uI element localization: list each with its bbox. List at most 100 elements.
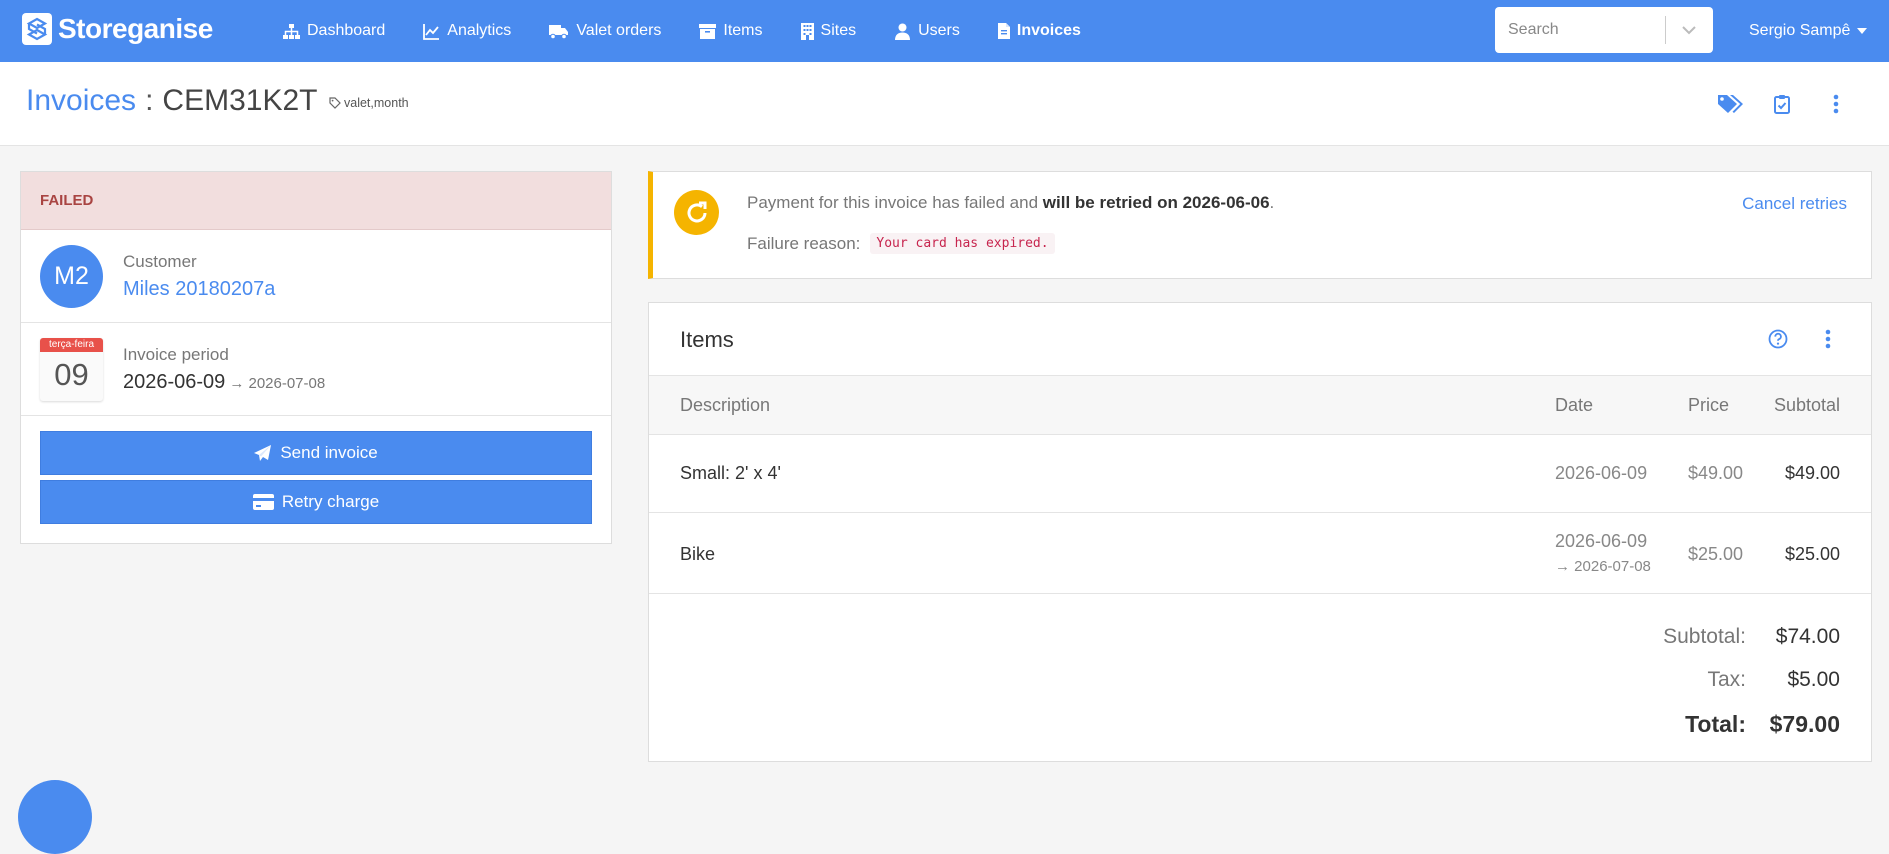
items-panel: Items Description Date Price Subtotal Sm… — [648, 302, 1872, 762]
item-price: $25.00 — [1688, 544, 1744, 564]
building-icon — [800, 22, 814, 40]
send-invoice-button[interactable]: Send invoice — [40, 431, 592, 475]
item-date-end: → 2026-07-08 — [1555, 558, 1651, 575]
item-subtotal: $49.00 — [1784, 463, 1840, 483]
retry-charge-button[interactable]: Retry charge — [40, 480, 592, 524]
alert-message: Payment for this invoice has failed and … — [747, 193, 1274, 213]
user-menu[interactable]: Sergio Sampê — [1749, 0, 1868, 62]
failure-reason: Failure reason: Your card has expired. — [747, 233, 1055, 254]
nav-item-label: Sites — [820, 22, 857, 39]
invoice-id: CEM31K2T — [162, 84, 318, 117]
table-row: Small: 2' x 4' 2026-06-09 $49.00 $49.00 — [649, 435, 1871, 513]
failure-reason-code: Your card has expired. — [870, 233, 1055, 254]
nav-item-invoices[interactable]: Invoices — [997, 22, 1081, 40]
archive-icon — [699, 23, 717, 40]
invoice-totals: Subtotal: $74.00 Tax: $5.00 Total: $79.0… — [649, 594, 1871, 764]
tag-icon — [329, 97, 341, 109]
top-navbar: Storeganise Dashboard Analytics Valet or… — [0, 0, 1889, 62]
page-header: Invoices : CEM31K2T valet,month — [0, 62, 1889, 146]
invoice-tags[interactable]: valet,month — [329, 96, 409, 110]
help-circle-icon[interactable] — [1766, 327, 1790, 351]
nav-item-label: Dashboard — [307, 22, 386, 39]
column-header-date[interactable]: Date — [1555, 395, 1593, 416]
brand-name: Storeganise — [58, 13, 213, 44]
send-invoice-label: Send invoice — [280, 443, 378, 462]
subtotal-label: Subtotal: — [1663, 625, 1746, 648]
user-name: Sergio Sampê — [1749, 22, 1851, 39]
credit-card-icon — [252, 494, 274, 510]
clipboard-check-icon[interactable] — [1768, 90, 1796, 118]
item-price: $49.00 — [1688, 463, 1744, 483]
more-vertical-icon[interactable] — [1816, 327, 1840, 351]
chevron-down-icon[interactable] — [1666, 8, 1712, 52]
nav-item-label: Valet orders — [576, 22, 662, 39]
nav-item-items[interactable]: Items — [699, 22, 763, 40]
main-nav: Dashboard Analytics Valet orders Items S… — [283, 0, 1119, 62]
more-vertical-icon[interactable] — [1822, 90, 1850, 118]
avatar: M2 — [40, 245, 103, 308]
calendar-day: 09 — [54, 357, 89, 392]
brand-logo[interactable]: Storeganise — [22, 13, 213, 45]
retry-charge-label: Retry charge — [281, 492, 380, 511]
column-header-subtotal[interactable]: Subtotal — [1774, 395, 1840, 416]
calendar-weekday: terça-feira — [40, 338, 103, 352]
period-start: 2026-06-09 — [123, 371, 226, 393]
nav-item-analytics[interactable]: Analytics — [423, 22, 511, 40]
customer-row: M2 Customer Miles 20180207a — [21, 230, 611, 323]
failure-reason-label: Failure reason: — [747, 233, 861, 253]
customer-name-link[interactable]: Miles 20180207a — [123, 278, 275, 301]
paper-plane-icon — [254, 444, 272, 462]
subtotal-value: $74.00 — [1775, 625, 1840, 648]
tags-text: valet,month — [344, 96, 409, 110]
breadcrumb-separator: : — [145, 84, 154, 117]
nav-item-dashboard[interactable]: Dashboard — [283, 22, 385, 40]
item-date: 2026-06-09 — [1555, 463, 1648, 483]
caret-down-icon — [1857, 28, 1868, 34]
truck-icon — [549, 23, 569, 40]
search-select[interactable] — [1495, 7, 1713, 53]
tax-value: $5.00 — [1787, 668, 1840, 691]
tax-label: Tax: — [1707, 668, 1746, 691]
items-panel-header: Items — [649, 303, 1871, 375]
nav-item-label: Analytics — [447, 22, 512, 39]
alert-message-suffix: . — [1269, 193, 1275, 212]
line-chart-icon — [423, 23, 440, 40]
items-title: Items — [680, 327, 734, 352]
retry-icon — [674, 190, 719, 235]
nav-item-users[interactable]: Users — [894, 22, 960, 40]
period-end: → 2026-07-08 — [229, 375, 326, 392]
alert-message-bold: will be retried on 2026-06-06 — [1042, 193, 1270, 212]
period-value: 2026-06-09 → 2026-07-08 — [123, 371, 325, 394]
table-row: Bike 2026-06-09 → 2026-07-08 $25.00 $25.… — [649, 513, 1871, 594]
item-description: Small: 2' x 4' — [680, 463, 781, 483]
nav-item-label: Items — [723, 22, 763, 39]
item-description: Bike — [680, 544, 716, 564]
items-table-header: Description Date Price Subtotal — [649, 375, 1871, 435]
item-date: 2026-06-09 — [1555, 531, 1648, 551]
nav-item-label: Invoices — [1016, 22, 1081, 39]
cancel-retries-link[interactable]: Cancel retries — [1742, 194, 1847, 214]
alert-message-prefix: Payment for this invoice has failed and — [747, 193, 1043, 212]
search-input[interactable] — [1495, 8, 1665, 52]
breadcrumb-invoices[interactable]: Invoices — [26, 84, 136, 118]
nav-item-valet-orders[interactable]: Valet orders — [549, 22, 661, 40]
column-header-price[interactable]: Price — [1688, 395, 1729, 416]
calendar-icon: terça-feira 09 — [40, 338, 103, 401]
column-header-description[interactable]: Description — [680, 395, 770, 416]
floating-action-button[interactable] — [18, 780, 92, 854]
page-title: Invoices : CEM31K2T — [26, 84, 317, 118]
user-icon — [894, 23, 911, 40]
total-label: Total: — [1685, 711, 1746, 737]
status-badge: FAILED — [21, 172, 611, 230]
customer-label: Customer — [123, 252, 197, 271]
sitemap-icon — [283, 23, 300, 40]
period-label: Invoice period — [123, 345, 229, 364]
storeganise-logo-icon — [22, 13, 52, 45]
nav-item-sites[interactable]: Sites — [800, 22, 857, 40]
file-invoice-icon — [997, 22, 1010, 40]
total-value: $79.00 — [1769, 711, 1840, 737]
nav-item-label: Users — [918, 22, 960, 39]
tags-icon[interactable] — [1716, 90, 1744, 118]
invoice-summary-panel: FAILED M2 Customer Miles 20180207a terça… — [20, 171, 612, 544]
item-subtotal: $25.00 — [1784, 544, 1840, 564]
